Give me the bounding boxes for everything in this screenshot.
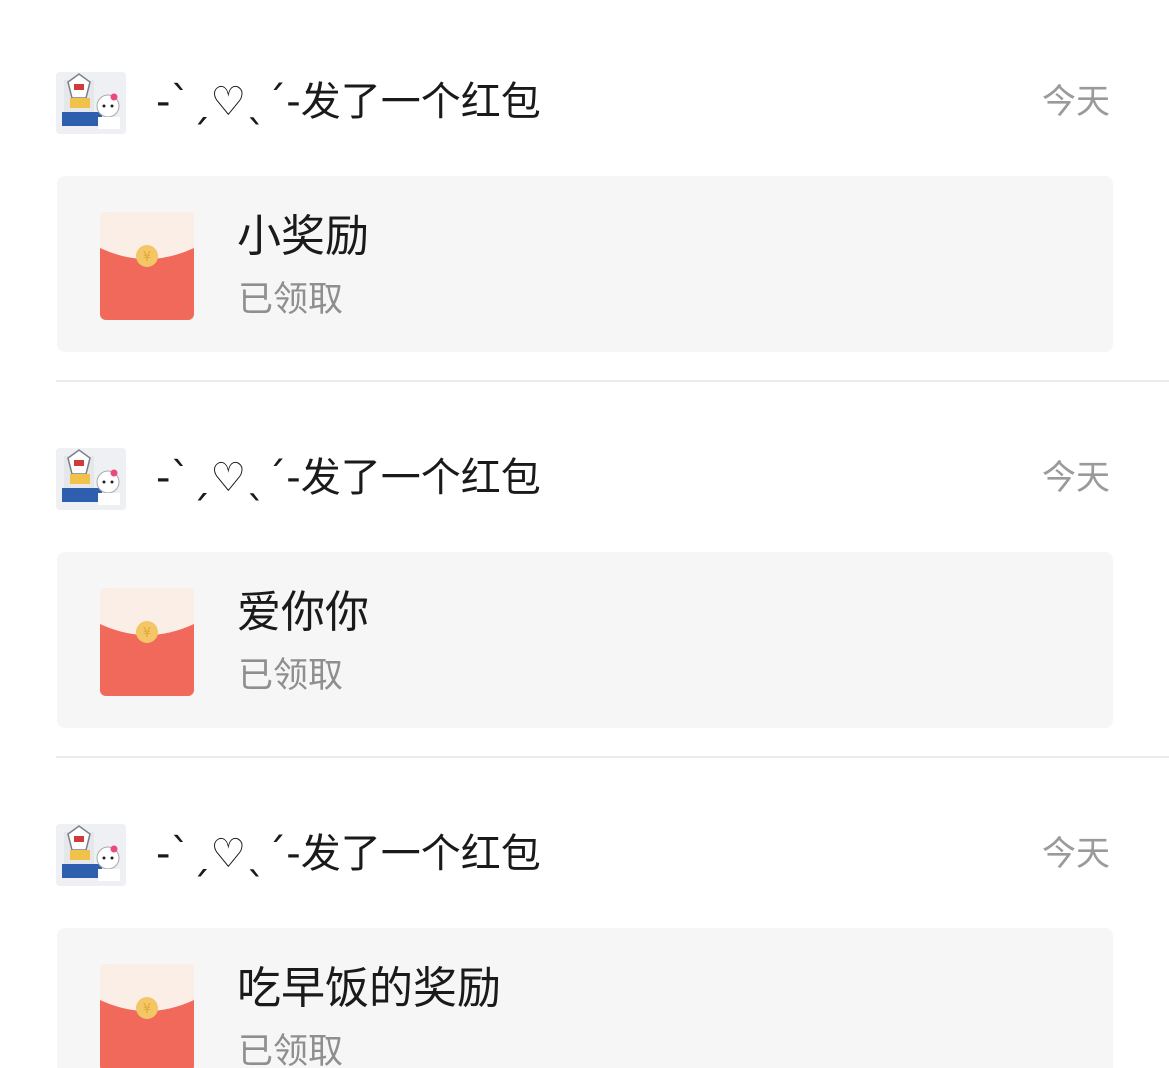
red-envelope-icon: ¥: [100, 964, 194, 1068]
card-status: 已领取: [238, 280, 344, 320]
sender-line: -ˋˏ♡ˎˊ-发了一个红包: [156, 79, 541, 125]
red-packet-feed: -ˋˏ♡ˎˊ-发了一个红包 今天 ¥ 小奖励 已领取 -ˋˏ♡ˎˊ-发了一个红包…: [0, 0, 1169, 1068]
avatar-icon[interactable]: [56, 448, 126, 510]
divider: [56, 756, 1169, 758]
sender-line: -ˋˏ♡ˎˊ-发了一个红包: [156, 831, 541, 877]
entry-header: -ˋˏ♡ˎˊ-发了一个红包 今天: [56, 824, 1112, 886]
entry-header: -ˋˏ♡ˎˊ-发了一个红包 今天: [56, 448, 1112, 510]
svg-text:¥: ¥: [143, 250, 151, 265]
divider: [56, 380, 1169, 382]
sender-line: -ˋˏ♡ˎˊ-发了一个红包: [156, 455, 541, 501]
red-envelope-card[interactable]: ¥ 小奖励 已领取: [57, 176, 1113, 352]
entry-header: -ˋˏ♡ˎˊ-发了一个红包 今天: [56, 72, 1112, 134]
avatar-icon[interactable]: [56, 72, 126, 134]
card-status: 已领取: [238, 1032, 344, 1068]
avatar-icon[interactable]: [56, 824, 126, 886]
card-title: 爱你你: [237, 587, 369, 638]
svg-text:¥: ¥: [143, 626, 151, 641]
red-envelope-icon: ¥: [100, 212, 194, 320]
red-envelope-card[interactable]: ¥ 吃早饭的奖励 已领取: [57, 928, 1113, 1068]
card-title: 吃早饭的奖励: [237, 963, 501, 1014]
time-label: 今天: [1042, 82, 1110, 122]
card-title: 小奖励: [237, 211, 369, 262]
card-status: 已领取: [238, 656, 344, 696]
time-label: 今天: [1042, 458, 1110, 498]
svg-text:¥: ¥: [143, 1002, 151, 1017]
time-label: 今天: [1042, 834, 1110, 874]
red-envelope-card[interactable]: ¥ 爱你你 已领取: [57, 552, 1113, 728]
red-envelope-icon: ¥: [100, 588, 194, 696]
